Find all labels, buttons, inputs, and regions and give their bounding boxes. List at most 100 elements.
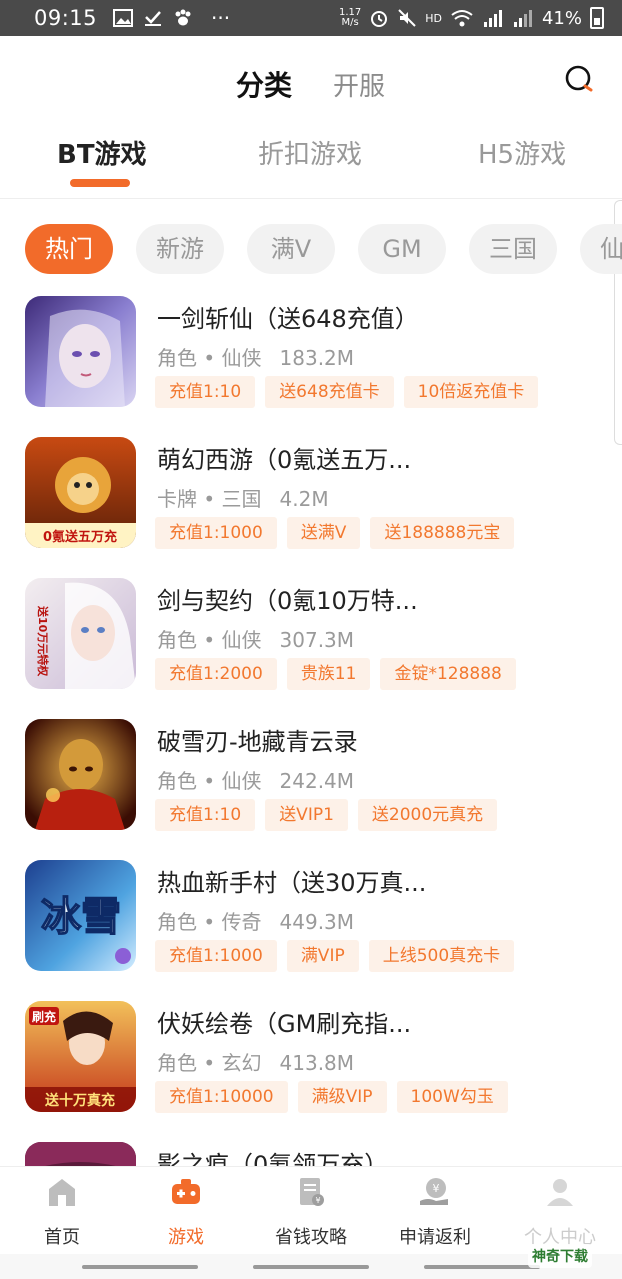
tag: 送VIP1 <box>265 799 348 831</box>
tag: 上线500真充卡 <box>368 940 515 972</box>
nav-pill[interactable] <box>82 1265 198 1269</box>
battery-percent: 41% <box>541 7 582 29</box>
game-genre: 角色 • 玄幻 <box>157 1051 262 1075</box>
nav-pill[interactable] <box>424 1265 540 1269</box>
list-item[interactable]: 冰雪 热血新手村（送30万真... 角色 • 传奇 449.3M 充值1:1000… <box>0 860 622 1001</box>
list-item[interactable]: 影之痕（0氪领万充） <box>0 1142 622 1166</box>
svg-text:¥: ¥ <box>315 1196 320 1205</box>
chip-hot[interactable]: 热门 <box>25 224 113 274</box>
game-meta: 角色 • 传奇 449.3M <box>157 906 354 935</box>
list-item[interactable]: 送10万元特权 剑与契约（0氪10万特... 角色 • 仙侠 307.3M 充值1… <box>0 578 622 719</box>
game-icon[interactable]: 0氪送五万充 <box>25 437 136 548</box>
game-genre: 角色 • 仙侠 <box>157 346 262 370</box>
chip-gm[interactable]: GM <box>358 224 446 274</box>
game-6-art: 刷充 送十万真充 <box>25 1001 136 1112</box>
game-2-art: 0氪送五万充 <box>25 437 136 548</box>
nav-home[interactable]: 首页 <box>0 1175 124 1249</box>
game-title[interactable]: 热血新手村（送30万真... <box>157 863 426 898</box>
alarm-icon <box>371 11 388 27</box>
game-genre: 卡牌 • 三国 <box>157 487 262 511</box>
chip-full-vip[interactable]: 满V <box>247 224 335 274</box>
game-size: 4.2M <box>279 487 329 511</box>
game-3-art: 送10万元特权 <box>25 578 136 689</box>
tab-category[interactable]: 分类 <box>236 64 292 104</box>
wifi-icon <box>451 10 473 27</box>
game-meta: 角色 • 玄幻 413.8M <box>157 1047 354 1076</box>
game-meta: 角色 • 仙侠 307.3M <box>157 624 354 653</box>
chip-three-kingdoms[interactable]: 三国 <box>469 224 557 274</box>
game-title[interactable]: 破雪刃-地藏青云录 <box>157 722 358 757</box>
game-icon[interactable]: 送10万元特权 <box>25 578 136 689</box>
tab-h5-games[interactable]: H5游戏 <box>478 134 566 171</box>
game-title[interactable]: 影之痕（0氪领万充） <box>157 1145 388 1166</box>
hd-indicator: HD <box>425 11 442 25</box>
tag: 充值1:10 <box>155 376 256 408</box>
game-title[interactable]: 萌幻西游（0氪送五万... <box>157 440 411 475</box>
game-tags: 充值1:10 送VIP1 送2000元真充 <box>155 799 498 831</box>
game-icon[interactable] <box>25 296 136 407</box>
game-title[interactable]: 伏妖绘卷（GM刷充指... <box>157 1004 411 1039</box>
divider <box>0 198 622 199</box>
game-7-art <box>25 1142 136 1166</box>
bottom-nav: 首页 游戏 ¥ 省钱攻略 ¥ 申请返利 个人中心 <box>0 1166 622 1254</box>
tag: 充值1:1000 <box>155 517 277 549</box>
download-check-icon <box>145 11 162 26</box>
tag: 贵族11 <box>286 658 371 690</box>
game-icon[interactable] <box>25 719 136 830</box>
game-tags: 充值1:10 送648充值卡 10倍返充值卡 <box>155 376 539 408</box>
nav-home-label: 首页 <box>44 1227 80 1248</box>
nav-pill[interactable] <box>253 1265 369 1269</box>
game-size: 242.4M <box>279 769 355 793</box>
game-icon[interactable]: 刷充 送十万真充 <box>25 1001 136 1112</box>
tag: 充值1:2000 <box>155 658 277 690</box>
game-3-badge-text: 送10万元特权 <box>36 605 50 677</box>
game-size: 413.8M <box>279 1051 355 1075</box>
game-6-badge-text: 送十万真充 <box>44 1092 115 1109</box>
game-title[interactable]: 剑与契约（0氪10万特... <box>157 581 418 616</box>
game-tags: 充值1:1000 送满V 送188888元宝 <box>155 517 515 549</box>
game-4-art <box>25 719 136 830</box>
list-item[interactable]: 破雪刃-地藏青云录 角色 • 仙侠 242.4M 充值1:10 送VIP1 送20… <box>0 719 622 860</box>
game-icon[interactable] <box>25 1142 136 1166</box>
nav-apply-rebate-label: 申请返利 <box>399 1227 471 1248</box>
guide-icon: ¥ <box>300 1178 324 1206</box>
nav-saving-guide-label: 省钱攻略 <box>275 1227 347 1248</box>
tag: 送满V <box>286 517 361 549</box>
game-tags: 充值1:10000 满级VIP 100W勾玉 <box>155 1081 508 1113</box>
tab-discount-games[interactable]: 折扣游戏 <box>258 134 362 171</box>
game-genre: 角色 • 仙侠 <box>157 769 262 793</box>
list-item[interactable]: 一剑斩仙（送648充值） 角色 • 仙侠 183.2M 充值1:10 送648充值… <box>0 296 622 437</box>
game-size: 183.2M <box>279 346 355 370</box>
more-notifications-indicator: ··· <box>211 6 231 30</box>
game-title[interactable]: 一剑斩仙（送648充值） <box>157 299 419 334</box>
list-item[interactable]: 0氪送五万充 萌幻西游（0氪送五万... 卡牌 • 三国 4.2M 充值1:100… <box>0 437 622 578</box>
list-item[interactable]: 刷充 送十万真充 伏妖绘卷（GM刷充指... 角色 • 玄幻 413.8M 充值1… <box>0 1001 622 1142</box>
game-6-corner-text: 刷充 <box>32 1009 56 1024</box>
nav-profile[interactable]: 个人中心 <box>498 1175 622 1249</box>
tag: 送2000元真充 <box>357 799 498 831</box>
nav-apply-rebate[interactable]: ¥ 申请返利 <box>373 1175 497 1249</box>
gallery-icon <box>113 9 134 27</box>
search-icon[interactable] <box>564 64 594 94</box>
tab-server-open[interactable]: 开服 <box>333 66 385 103</box>
nav-games[interactable]: 游戏 <box>124 1175 248 1249</box>
game-5-logo-text: 冰雪 <box>41 893 121 940</box>
game-size: 449.3M <box>279 910 355 934</box>
tab-bt-games[interactable]: BT游戏 <box>57 134 147 171</box>
status-system-icons: 1.17 M/s HD 41% <box>339 7 604 29</box>
tag: 充值1:10000 <box>155 1081 288 1113</box>
signal-4g-icon <box>483 10 502 27</box>
game-controller-icon <box>172 1179 200 1204</box>
game-icon[interactable]: 冰雪 <box>25 860 136 971</box>
tag: 充值1:10 <box>155 799 256 831</box>
chip-xian[interactable]: 仙 <box>580 224 622 274</box>
chip-new[interactable]: 新游 <box>136 224 224 274</box>
game-size: 307.3M <box>279 628 355 652</box>
tag: 10倍返充值卡 <box>403 376 539 408</box>
category-chips: 热门 新游 满V GM 三国 仙 <box>25 224 622 274</box>
paw-icon <box>175 9 191 26</box>
battery-icon <box>590 7 604 29</box>
user-icon <box>547 1179 573 1206</box>
nav-saving-guide[interactable]: ¥ 省钱攻略 <box>249 1175 373 1249</box>
svg-text:¥: ¥ <box>433 1182 440 1195</box>
